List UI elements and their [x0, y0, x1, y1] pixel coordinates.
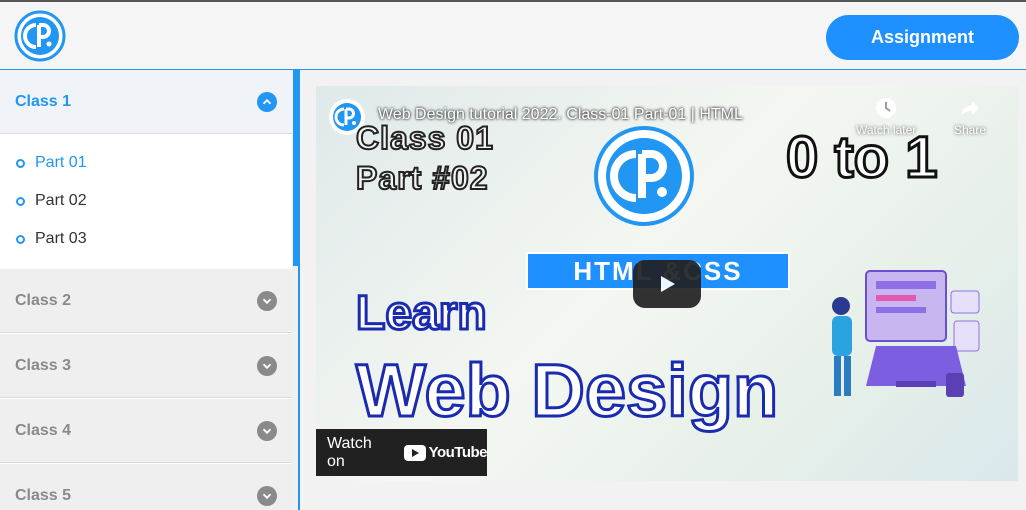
developer-illustration-icon: [832, 270, 980, 397]
part-item-03[interactable]: Part 03: [16, 228, 87, 250]
thumbnail-logo-icon: [594, 126, 694, 226]
part-label: Part 02: [35, 192, 87, 209]
class-5-header[interactable]: Class 5: [0, 464, 292, 510]
play-button[interactable]: [633, 260, 701, 308]
class-label: Class 2: [15, 291, 72, 309]
chevron-down-icon[interactable]: [257, 420, 277, 441]
class-2-header[interactable]: Class 2: [0, 269, 292, 333]
bullet-icon: [16, 234, 25, 244]
class-1-header[interactable]: Class 1: [0, 70, 292, 134]
thumbnail-web-design-text: Web Design: [354, 348, 779, 434]
chevron-down-icon[interactable]: [257, 485, 277, 506]
class-label: Class 4: [15, 421, 72, 439]
divider: [298, 70, 300, 510]
youtube-label: YouTube: [428, 444, 488, 461]
part-label: Part 01: [35, 154, 87, 171]
video-player[interactable]: Web Design tutorial 2022. Class-01 Part-…: [316, 86, 1018, 481]
part-item-02[interactable]: Part 02: [16, 190, 87, 212]
cp-logo-icon[interactable]: [14, 10, 66, 62]
clock-icon: [876, 98, 897, 118]
chevron-down-icon[interactable]: [257, 355, 277, 376]
class-4-header[interactable]: Class 4: [0, 399, 292, 463]
play-icon: [661, 276, 675, 292]
thumbnail-part-line: Part #02: [355, 159, 489, 197]
class-label: Class 3: [15, 356, 72, 374]
chevron-up-icon[interactable]: [257, 91, 277, 112]
watch-on-youtube-button[interactable]: Watch on YouTube: [316, 429, 488, 476]
thumbnail-learn-text: Learn: [355, 286, 489, 342]
share-icon: [961, 101, 980, 116]
bullet-icon: [16, 196, 25, 206]
part-label: Part 03: [35, 230, 87, 247]
top-bar: Assignment: [0, 0, 1026, 70]
chevron-down-icon[interactable]: [257, 290, 277, 311]
thumbnail-class-line: Class 01: [355, 119, 494, 157]
class-label: Class 1: [15, 92, 72, 110]
youtube-logo: YouTube: [403, 444, 488, 461]
share-label: Share: [954, 123, 987, 137]
watch-on-label: Watch on: [327, 434, 372, 470]
youtube-play-icon: [403, 444, 426, 461]
thumbnail-class-text: Class 01 Part #02: [355, 118, 494, 198]
class-3-header[interactable]: Class 3: [0, 334, 292, 398]
share-button[interactable]: Share: [954, 96, 986, 137]
part-item-01[interactable]: Part 01: [16, 152, 87, 174]
thumbnail-zero-to-one: 0 to 1: [785, 124, 939, 192]
class-label: Class 5: [15, 486, 72, 504]
bullet-icon: [16, 158, 25, 168]
assignment-button[interactable]: Assignment: [826, 15, 1019, 60]
class-1-parts: Part 01 Part 02 Part 03: [0, 135, 292, 267]
class-sidebar: Class 1 Part 01 Part 02 Part 03 Class 2 …: [0, 70, 292, 510]
